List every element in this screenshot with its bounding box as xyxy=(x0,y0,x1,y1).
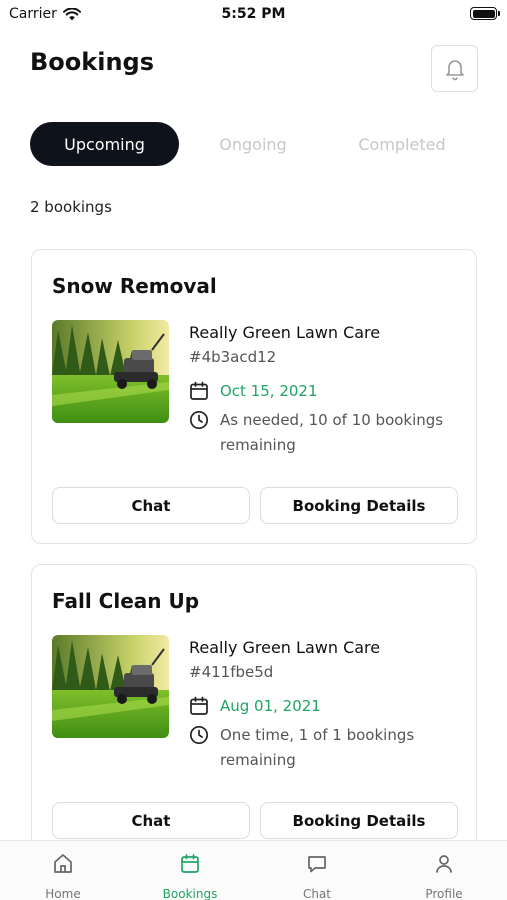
page-title: Bookings xyxy=(30,48,155,76)
calendar-icon xyxy=(190,696,208,715)
service-image xyxy=(52,320,169,423)
bottom-tab-bar: Home Bookings Chat Profile xyxy=(0,840,507,900)
booking-title: Fall Clean Up xyxy=(52,589,200,613)
nav-chat[interactable]: Chat xyxy=(254,841,380,900)
booking-date-row: Oct 15, 2021 xyxy=(189,381,318,401)
calendar-icon xyxy=(190,381,208,400)
booking-card: Fall Clean Up Really Green Lawn Care #41… xyxy=(31,564,477,859)
tab-ongoing[interactable]: Ongoing xyxy=(180,122,326,166)
chat-bubble-icon xyxy=(308,856,326,873)
nav-profile[interactable]: Profile xyxy=(381,841,507,900)
battery-icon xyxy=(470,7,500,20)
home-icon xyxy=(54,854,72,873)
chat-button[interactable]: Chat xyxy=(52,802,250,839)
booking-date: Oct 15, 2021 xyxy=(220,382,318,400)
booking-frequency: One time, 1 of 1 bookings remaining xyxy=(220,726,415,769)
chat-button[interactable]: Chat xyxy=(52,487,250,524)
booking-date: Aug 01, 2021 xyxy=(220,697,321,715)
nav-home-label: Home xyxy=(45,887,81,900)
tab-upcoming[interactable]: Upcoming xyxy=(30,122,179,166)
clock-icon xyxy=(189,410,209,430)
calendar-icon xyxy=(181,854,199,873)
status-time: 5:52 PM xyxy=(221,6,286,22)
nav-profile-label: Profile xyxy=(425,887,463,900)
nav-home[interactable]: Home xyxy=(0,841,126,900)
booking-details-button[interactable]: Booking Details xyxy=(260,487,458,524)
booking-status-tabs: Upcoming Ongoing Completed xyxy=(30,122,476,166)
booking-frequency-row: As needed, 10 of 10 bookings remaining xyxy=(189,410,460,458)
bell-icon xyxy=(445,59,464,80)
booking-id: #411fbe5d xyxy=(189,663,274,681)
booking-date-row: Aug 01, 2021 xyxy=(189,696,321,716)
booking-title: Snow Removal xyxy=(52,274,217,298)
nav-chat-label: Chat xyxy=(302,887,332,900)
service-image xyxy=(52,635,169,738)
provider-name: Really Green Lawn Care xyxy=(189,323,381,342)
booking-frequency-row: One time, 1 of 1 bookings remaining xyxy=(189,725,460,773)
person-icon xyxy=(436,855,452,873)
provider-name: Really Green Lawn Care xyxy=(189,638,381,657)
booking-details-button[interactable]: Booking Details xyxy=(260,802,458,839)
booking-id: #4b3acd12 xyxy=(189,348,277,366)
bookings-count: 2 bookings xyxy=(30,198,112,216)
booking-card: Snow Removal Really Green Lawn Care #4b3… xyxy=(31,249,477,544)
status-bar: Carrier 5:52 PM xyxy=(0,0,507,30)
clock-icon xyxy=(189,725,209,745)
tab-completed[interactable]: Completed xyxy=(328,122,476,166)
nav-bookings-label: Bookings xyxy=(162,887,218,900)
nav-bookings[interactable]: Bookings xyxy=(127,841,253,900)
booking-frequency: As needed, 10 of 10 bookings remaining xyxy=(220,411,444,454)
notifications-button[interactable] xyxy=(431,45,478,92)
